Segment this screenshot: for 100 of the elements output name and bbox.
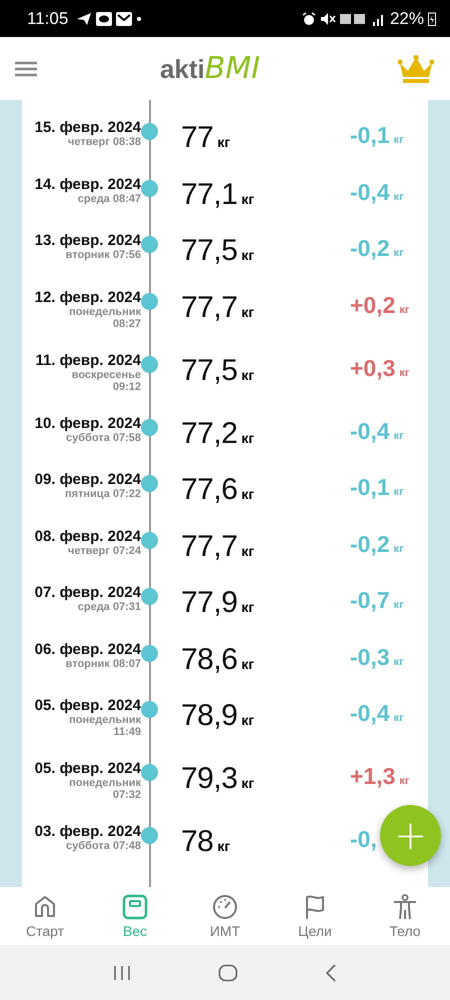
weight-value: 78,6 [181,642,238,676]
weight-unit: кг [241,775,254,791]
change-unit: кг [399,366,410,378]
weight-unit: кг [217,134,230,150]
timeline-dot [141,356,158,372]
weight-change: -0,4 [350,178,390,204]
entry-date: 06. февр. 2024 [34,640,141,658]
timeline-dot [141,236,158,253]
timeline-dot [141,475,158,492]
weight-change: -0,7 [350,587,390,613]
entry-date: 12. февр. 2024 [34,288,141,306]
entry-weekday-time: понедельник 11:49 [68,714,141,740]
weight-change: -0,1 [350,122,390,148]
mail-icon [116,12,132,26]
weight-change: -0,3 [350,644,390,670]
timeline-dot [141,418,158,436]
weight-unit: кг [217,838,230,854]
weight-unit: кг [241,486,254,502]
entry-weekday-time: вторник 07:56 [64,249,141,263]
entry-date: 09. февр. 2024 [34,471,141,488]
weight-value: 78 [181,825,214,858]
nav-tab[interactable]: ИМТ [180,887,270,945]
nav-tab[interactable]: Тело [360,887,450,945]
change-unit: кг [394,486,404,498]
weight-value: 77,6 [181,473,238,506]
entry-weekday-time: среда 07:31 [76,601,141,615]
entry-date: 07. февр. 2024 [34,584,141,601]
entry-date: 08. февр. 2024 [34,528,141,544]
entry-date: 14. февр. 2024 [34,176,141,192]
change-unit: кг [394,190,404,202]
timeline-dot [141,588,158,605]
entry-date: 11. февр. 2024 [34,352,141,368]
entry-weekday-time: четверг 08:38 [67,136,141,150]
entry-weekday-time: четверг 07:24 [67,544,141,558]
menu-icon[interactable] [15,60,37,76]
gauge-icon [212,894,238,920]
weight-unit: кг [241,190,254,206]
entry-date: 05. февр. 2024 [34,760,141,777]
entry-date: 03. февр. 2024 [34,823,141,840]
weight-change: -0,2 [350,235,390,261]
entry-weekday-time: понедельник 07:32 [68,777,141,803]
entry-date: 05. февр. 2024 [34,697,141,714]
weight-unit: кг [241,656,254,672]
entry-weekday-time: суббота 07:58 [66,432,141,446]
weight-unit: кг [241,599,254,615]
weight-change: -0,1 [350,474,390,500]
weight-value: 79,3 [181,762,238,795]
weight-value: 77,2 [181,416,238,450]
weight-unit: кг [241,712,254,728]
body-icon [392,894,418,920]
timeline-dot [141,292,158,310]
battery-icon [428,12,436,26]
change-unit: кг [394,656,404,668]
home-icon[interactable] [218,964,238,982]
weight-change: +1,3 [350,763,396,789]
weight-unit: кг [241,247,254,263]
change-unit: кг [399,775,410,787]
weight-value: 77,5 [181,354,238,386]
weight-change: -0,4 [350,700,390,726]
app-logo: aktiBMI [158,51,262,86]
recent-apps-icon[interactable] [113,964,132,980]
timeline-dot [141,827,158,844]
status-time: 11:05 [27,8,68,28]
entry-weekday-time: пятница 07:22 [64,488,141,502]
change-unit: кг [394,134,404,146]
send-icon [76,12,92,26]
nav-tab[interactable]: Старт [0,887,90,945]
entry-date: 10. февр. 2024 [34,414,141,432]
weight-unit: кг [241,430,254,446]
entry-date: 13. февр. 2024 [34,232,141,249]
change-unit: кг [394,712,404,724]
nav-tab[interactable]: Цели [270,887,360,945]
entry-weekday-time: воскресенье 09:12 [70,368,141,394]
entry-weekday-time: вторник 08:07 [64,658,141,672]
weight-value: 77,5 [181,234,238,267]
nav-tab[interactable]: Вес [90,887,180,945]
weight-change: +0,3 [350,354,396,380]
weight-change: -0,2 [350,530,390,556]
weight-change: -0, [350,826,377,852]
timeline-dot [141,701,158,718]
timeline-dot [141,123,158,140]
change-unit: кг [394,247,404,259]
timeline-dot [141,644,158,662]
change-unit: кг [394,430,404,442]
weight-unit: кг [241,366,254,382]
back-icon[interactable] [324,964,337,982]
scale-icon [122,894,148,920]
weight-change: +0,2 [350,292,396,318]
weight-value: 77,7 [181,530,238,562]
change-unit: кг [394,599,404,611]
weight-value: 77 [181,121,214,154]
entry-weekday-time: понедельник 08:27 [68,306,141,332]
entry-date: 15. февр. 2024 [34,119,141,136]
weight-value: 77,9 [181,586,238,619]
entry-weekday-time: суббота 07:48 [65,840,141,854]
weight-unit: кг [241,542,254,558]
dot-icon [136,16,142,22]
weight-value: 77,1 [181,178,238,210]
weight-value: 78,9 [181,699,238,732]
timeline-dot [141,180,158,196]
